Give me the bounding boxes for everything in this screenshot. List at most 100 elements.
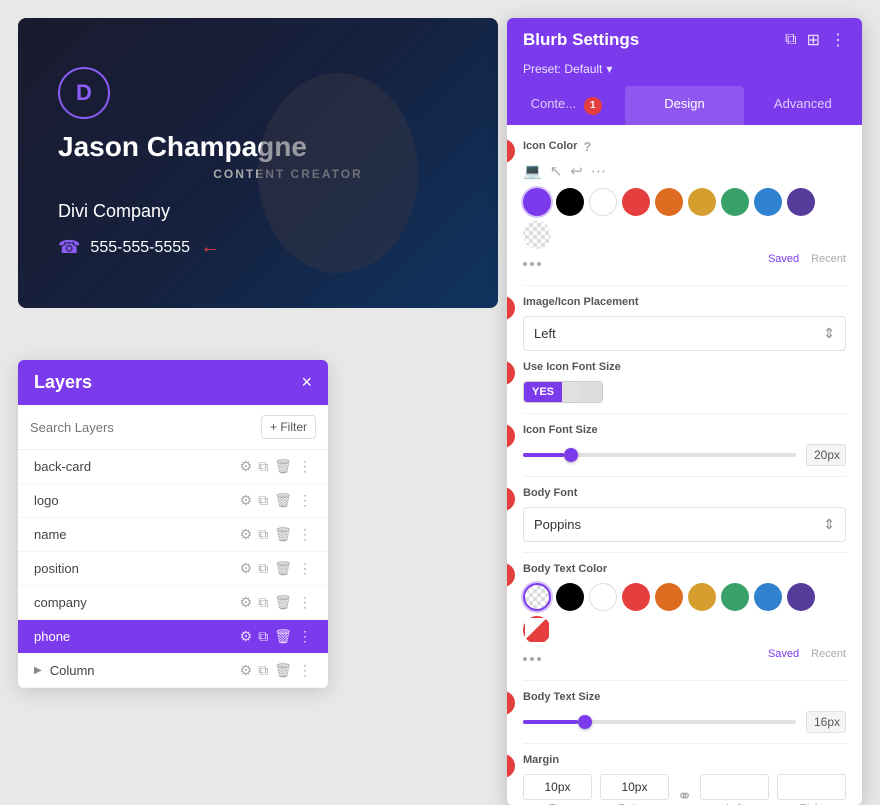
color-swatch-yellow[interactable] <box>688 583 716 611</box>
color-swatch-green[interactable] <box>721 188 749 216</box>
color-swatch-blue[interactable] <box>754 188 782 216</box>
delete-icon[interactable]: 🗑 <box>274 526 292 543</box>
color-swatch-black[interactable] <box>556 188 584 216</box>
color-swatch-blue[interactable] <box>754 583 782 611</box>
color-dots <box>523 657 541 661</box>
use-icon-font-size-section: 4 Use Icon Font Size YES <box>523 361 846 403</box>
color-swatch-black[interactable] <box>556 583 584 611</box>
settings-icon[interactable]: ⚙ <box>240 526 253 543</box>
layer-item[interactable]: position ⚙ ⧉ 🗑 ⋮ <box>18 552 328 586</box>
layer-item-column[interactable]: ▶ Column ⚙ ⧉ 🗑 ⋮ <box>18 654 328 688</box>
more-icon[interactable]: ⋮ <box>298 526 312 543</box>
body-font-dropdown[interactable]: Poppins ⇕ <box>523 507 846 542</box>
delete-icon[interactable]: 🗑 <box>274 662 292 679</box>
settings-icon[interactable]: ⚙ <box>240 560 253 577</box>
color-swatch-orange[interactable] <box>655 188 683 216</box>
more-icon[interactable]: ⋮ <box>298 594 312 611</box>
undo-icon[interactable]: ↩ <box>570 162 583 180</box>
duplicate-icon[interactable]: ⧉ <box>258 492 268 509</box>
layer-item[interactable]: company ⚙ ⧉ 🗑 ⋮ <box>18 586 328 620</box>
color-swatch-transparent[interactable] <box>523 221 551 249</box>
color-swatch-transparent[interactable] <box>523 583 551 611</box>
color-swatch-red[interactable] <box>622 188 650 216</box>
slider-thumb[interactable] <box>578 715 592 729</box>
delete-icon[interactable]: 🗑 <box>274 628 292 645</box>
grid-view-icon[interactable]: ⊞ <box>807 30 820 50</box>
help-icon[interactable]: ? <box>583 139 591 154</box>
settings-preset[interactable]: Preset: Default ▾ <box>507 62 862 86</box>
icon-font-size-track[interactable] <box>523 453 796 457</box>
tab-advanced[interactable]: Advanced <box>744 86 862 125</box>
layer-item-phone[interactable]: phone ⚙ ⧉ 🗑 ⋮ <box>18 620 328 654</box>
layers-search-input[interactable] <box>30 420 253 435</box>
device-icon[interactable]: 💻 <box>523 162 542 180</box>
color-swatch-dark-purple[interactable] <box>787 188 815 216</box>
duplicate-icon[interactable]: ⧉ <box>258 526 268 543</box>
recent-link[interactable]: Recent <box>811 253 846 265</box>
margin-top-label: Top <box>523 803 592 805</box>
color-swatch-yellow[interactable] <box>688 188 716 216</box>
layer-item[interactable]: back-card ⚙ ⧉ 🗑 ⋮ <box>18 450 328 484</box>
slider-thumb[interactable] <box>564 448 578 462</box>
color-swatch-green[interactable] <box>721 583 749 611</box>
layers-filter-button[interactable]: + Filter <box>261 415 316 439</box>
saved-link[interactable]: Saved <box>768 253 799 265</box>
margin-top-input[interactable] <box>523 774 592 800</box>
settings-icon[interactable]: ⚙ <box>240 492 253 509</box>
layer-item[interactable]: logo ⚙ ⧉ 🗑 ⋮ <box>18 484 328 518</box>
settings-title: Blurb Settings <box>523 30 639 50</box>
more-icon[interactable]: ⋮ <box>298 458 312 475</box>
body-text-size-track[interactable] <box>523 720 796 724</box>
duplicate-icon[interactable]: ⧉ <box>258 594 268 611</box>
margin-left-field: Left <box>700 774 769 805</box>
body-text-size-value[interactable]: 16px <box>806 711 846 733</box>
dot <box>530 262 534 266</box>
toggle-no[interactable] <box>562 388 578 396</box>
icon-font-size-value[interactable]: 20px <box>806 444 846 466</box>
delete-icon[interactable]: 🗑 <box>274 594 292 611</box>
tab-content[interactable]: Conte... 1 <box>507 86 625 125</box>
color-swatch-dark-purple[interactable] <box>787 583 815 611</box>
badge-7: 7 <box>507 563 515 587</box>
delete-icon[interactable]: 🗑 <box>274 492 292 509</box>
more-icon[interactable]: ⋮ <box>298 662 312 679</box>
more-toolbar-icon[interactable]: ⋯ <box>591 162 606 180</box>
settings-icon[interactable]: ⚙ <box>240 458 253 475</box>
color-swatch-red[interactable] <box>622 583 650 611</box>
duplicate-icon[interactable]: ⧉ <box>258 628 268 645</box>
layers-close-button[interactable]: × <box>301 372 312 393</box>
margin-right-input[interactable] <box>777 774 846 800</box>
recent-link[interactable]: Recent <box>811 648 846 660</box>
more-options-icon[interactable]: ⋮ <box>830 30 846 50</box>
tab-design[interactable]: Design <box>625 86 743 125</box>
duplicate-icon[interactable]: ⧉ <box>258 458 268 475</box>
settings-icon[interactable]: ⚙ <box>240 628 253 645</box>
settings-icon[interactable]: ⚙ <box>240 662 253 679</box>
delete-icon[interactable]: 🗑 <box>274 458 292 475</box>
settings-icon[interactable]: ⚙ <box>240 594 253 611</box>
margin-left-input[interactable] <box>700 774 769 800</box>
card-company: Divi Company <box>58 201 458 222</box>
color-swatch-white[interactable] <box>589 188 617 216</box>
duplicate-icon[interactable]: ⧉ <box>258 662 268 679</box>
color-swatch-purple[interactable] <box>523 188 551 216</box>
logo-letter: D <box>76 80 92 106</box>
color-swatch-white[interactable] <box>589 583 617 611</box>
icon-font-size-toggle[interactable]: YES <box>523 381 603 403</box>
margin-bottom-input[interactable] <box>600 774 669 800</box>
color-swatch-diagonal[interactable] <box>523 616 551 644</box>
toggle-yes[interactable]: YES <box>524 382 562 402</box>
image-placement-dropdown[interactable]: Left ⇕ <box>523 316 846 351</box>
layer-item[interactable]: name ⚙ ⧉ 🗑 ⋮ <box>18 518 328 552</box>
expand-icon[interactable]: ▶ <box>34 665 42 676</box>
more-icon[interactable]: ⋮ <box>298 628 312 645</box>
duplicate-icon[interactable]: ⧉ <box>258 560 268 577</box>
more-icon[interactable]: ⋮ <box>298 492 312 509</box>
more-icon[interactable]: ⋮ <box>298 560 312 577</box>
copy-window-icon[interactable]: ⧉ <box>785 31 796 49</box>
delete-icon[interactable]: 🗑 <box>274 560 292 577</box>
color-swatch-orange[interactable] <box>655 583 683 611</box>
saved-link[interactable]: Saved <box>768 648 799 660</box>
margin-link-icon[interactable]: ⚭ <box>677 774 692 805</box>
cursor-icon[interactable]: ↖ <box>550 162 563 180</box>
